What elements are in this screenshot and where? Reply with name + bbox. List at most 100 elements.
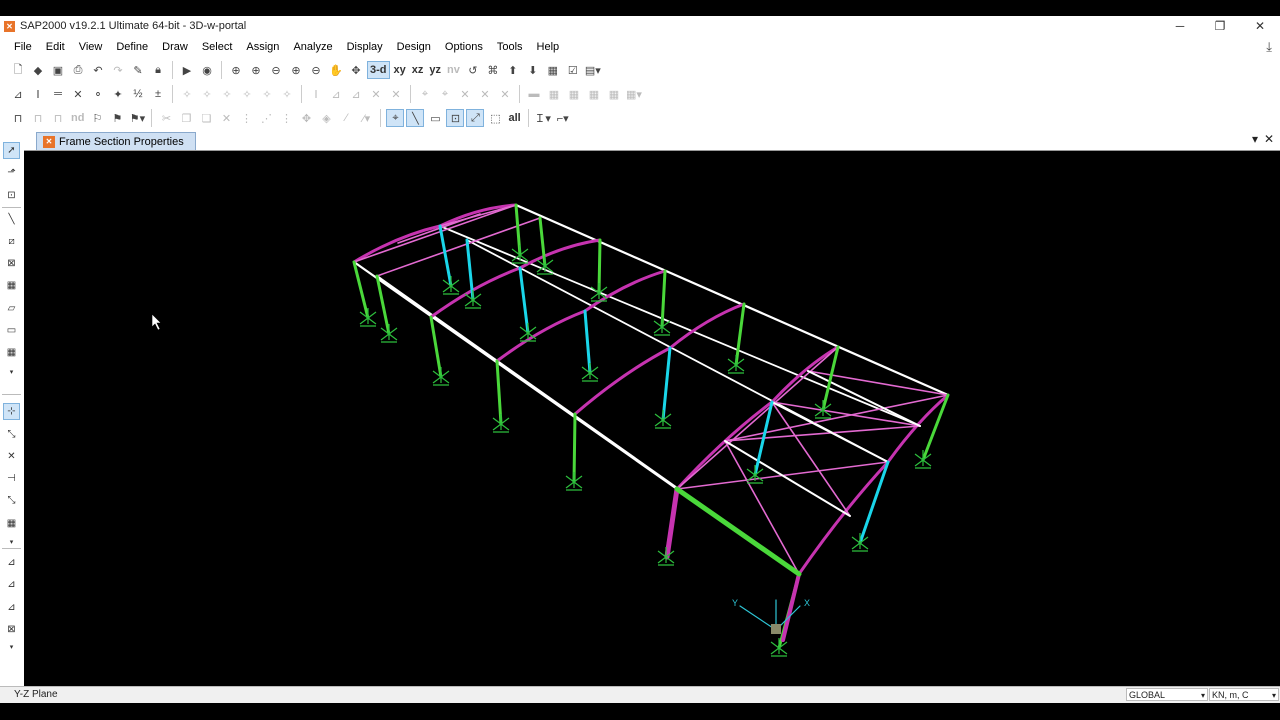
pointer-icon[interactable]: ➚	[3, 142, 20, 159]
zoom-window-icon[interactable]: ⊕	[227, 61, 245, 79]
member-props-icon[interactable]: ⊿	[327, 85, 345, 103]
cut-icon[interactable]: ✂	[157, 109, 175, 127]
run-analysis-icon[interactable]: ◉	[198, 61, 216, 79]
ridge-beam-1[interactable]	[439, 225, 921, 427]
zoom-in-icon[interactable]: ⊕	[247, 61, 265, 79]
snap-ends-icon[interactable]: ╲	[406, 109, 425, 127]
column-interior-4[interactable]	[661, 346, 672, 422]
copy-icon[interactable]: ❐	[177, 109, 195, 127]
draw-cable-icon[interactable]: ⊓	[29, 109, 47, 127]
lock-icon[interactable]: 🔒︎	[149, 61, 167, 79]
draw-more-icon[interactable]: ▾	[3, 363, 20, 380]
merge-icon[interactable]: ✥	[297, 109, 315, 127]
brace-10[interactable]	[724, 440, 800, 575]
combo-icon[interactable]: ✕	[476, 85, 494, 103]
close-button[interactable]: ✕	[1240, 16, 1280, 36]
paste-icon[interactable]: ❏	[197, 109, 215, 127]
menu-design[interactable]: Design	[390, 41, 438, 53]
draw-frame-icon[interactable]: ⊓	[9, 109, 27, 127]
menu-define[interactable]: Define	[109, 41, 155, 53]
moving-load-icon[interactable]: ✕	[496, 85, 514, 103]
link-props-icon[interactable]: ⊿	[347, 85, 365, 103]
select-plane-icon[interactable]: ⊣	[3, 470, 20, 487]
reshape-icon[interactable]: ⤢	[466, 109, 485, 127]
design-aluminum-icon[interactable]: ▦	[565, 85, 583, 103]
zoom-out-icon[interactable]: ⊖	[267, 61, 285, 79]
grid-all-button[interactable]: all	[506, 109, 522, 127]
column-interior-6[interactable]	[858, 460, 890, 545]
frame-section-icon[interactable]: Ⅰ	[29, 85, 47, 103]
check-icon[interactable]: ☑	[564, 61, 582, 79]
view-xz-button[interactable]: xz	[410, 61, 426, 79]
brace-1[interactable]	[376, 217, 541, 277]
tools-dropdown-icon[interactable]: ▦▾	[625, 85, 643, 103]
clear-selection-icon[interactable]: ⚑▾	[128, 109, 146, 127]
select-all-left-icon[interactable]: ⊿	[3, 554, 20, 571]
perspective-icon[interactable]: ⌘	[484, 61, 502, 79]
menu-help[interactable]: Help	[530, 41, 567, 53]
undo-icon[interactable]: ↶	[89, 61, 107, 79]
display-options-icon[interactable]: ▦	[544, 61, 562, 79]
select-options-icon[interactable]: ▾	[3, 638, 20, 655]
menu-view[interactable]: View	[72, 41, 110, 53]
shell-icon[interactable]: ✧	[178, 85, 196, 103]
select-joint-icon[interactable]: ⊹	[3, 403, 20, 420]
mass-icon[interactable]: ✕	[387, 85, 405, 103]
pattern-icon[interactable]: ⌖	[436, 85, 454, 103]
snap-fine-icon[interactable]: ⊡	[446, 109, 465, 127]
save-icon[interactable]: ▣	[49, 61, 67, 79]
design-steel-icon[interactable]: ▬	[525, 85, 543, 103]
zoom-fit-icon[interactable]: ⊕	[287, 61, 305, 79]
draw-brace-icon[interactable]: ⊠	[3, 255, 20, 272]
select-previous-icon[interactable]: ⚑	[108, 109, 126, 127]
coord-system-select[interactable]: GLOBAL ▾	[1126, 688, 1208, 701]
menu-assign[interactable]: Assign	[239, 41, 286, 53]
draw-joint-icon[interactable]: ⊡	[3, 187, 20, 204]
view-xy-button[interactable]: xy	[392, 61, 408, 79]
select-intersect-icon[interactable]: ✕	[3, 448, 20, 465]
restraint-icon[interactable]: ✦	[109, 85, 127, 103]
download-icon[interactable]: ⤓	[1266, 39, 1272, 55]
redo-icon[interactable]: ↷	[109, 61, 127, 79]
restore-button[interactable]: ❐	[1200, 16, 1240, 36]
move-down-icon[interactable]: ⬇	[524, 61, 542, 79]
portal-beam[interactable]	[674, 486, 802, 577]
animate-icon[interactable]: ✧	[278, 85, 296, 103]
model-3d-viewport[interactable]: YX	[24, 151, 1280, 686]
select-clear-icon[interactable]: ⊿	[3, 599, 20, 616]
column-left-4[interactable]	[572, 412, 577, 484]
portal-column-2[interactable]	[781, 572, 801, 642]
joint-load-icon[interactable]: ⚬	[89, 85, 107, 103]
design-concrete-icon[interactable]: ▦	[545, 85, 563, 103]
run-icon[interactable]: ▶	[178, 61, 196, 79]
draw-frame-region-icon[interactable]: ⧄	[3, 233, 20, 250]
units-select[interactable]: KN, m, C ▾	[1209, 688, 1279, 701]
edit-pencil-icon[interactable]: ✎	[129, 61, 147, 79]
select-solid-icon[interactable]: ⤡	[3, 492, 20, 509]
new-model-icon[interactable]: 🗋	[9, 61, 27, 79]
select-invert-icon[interactable]: ⊠	[3, 621, 20, 638]
frame-local-icon[interactable]: ✕	[69, 85, 87, 103]
print-icon[interactable]: ⎙	[69, 61, 87, 79]
stage-icon[interactable]: ⌖	[416, 85, 434, 103]
column-interior-0[interactable]	[438, 224, 453, 288]
show-nd-button[interactable]: nd	[69, 109, 86, 127]
draw-line-icon[interactable]: ╲	[3, 211, 20, 228]
case-icon[interactable]: ✕	[456, 85, 474, 103]
move-up-icon[interactable]: ⬆	[504, 61, 522, 79]
zoom-prev-icon[interactable]: ⊖	[307, 61, 325, 79]
rotate-left-icon[interactable]: ↺	[464, 61, 482, 79]
section-props-icon[interactable]: Ⅰ	[307, 85, 325, 103]
menu-display[interactable]: Display	[340, 41, 390, 53]
open-icon[interactable]: ◆	[29, 61, 47, 79]
draw-area-icon[interactable]: ▱	[3, 300, 20, 317]
replicate-icon[interactable]: ⁄	[337, 109, 355, 127]
view-3d-button[interactable]: 3-d	[367, 61, 390, 79]
frame-loads-icon[interactable]: ½	[129, 85, 147, 103]
grid-icon[interactable]: ⋮	[237, 109, 255, 127]
portal-column[interactable]	[664, 486, 680, 560]
hinge-props-icon[interactable]: ✕	[367, 85, 385, 103]
select-line-icon[interactable]: ⤡	[3, 426, 20, 443]
brace-11[interactable]	[771, 401, 851, 517]
menu-analyze[interactable]: Analyze	[286, 41, 339, 53]
